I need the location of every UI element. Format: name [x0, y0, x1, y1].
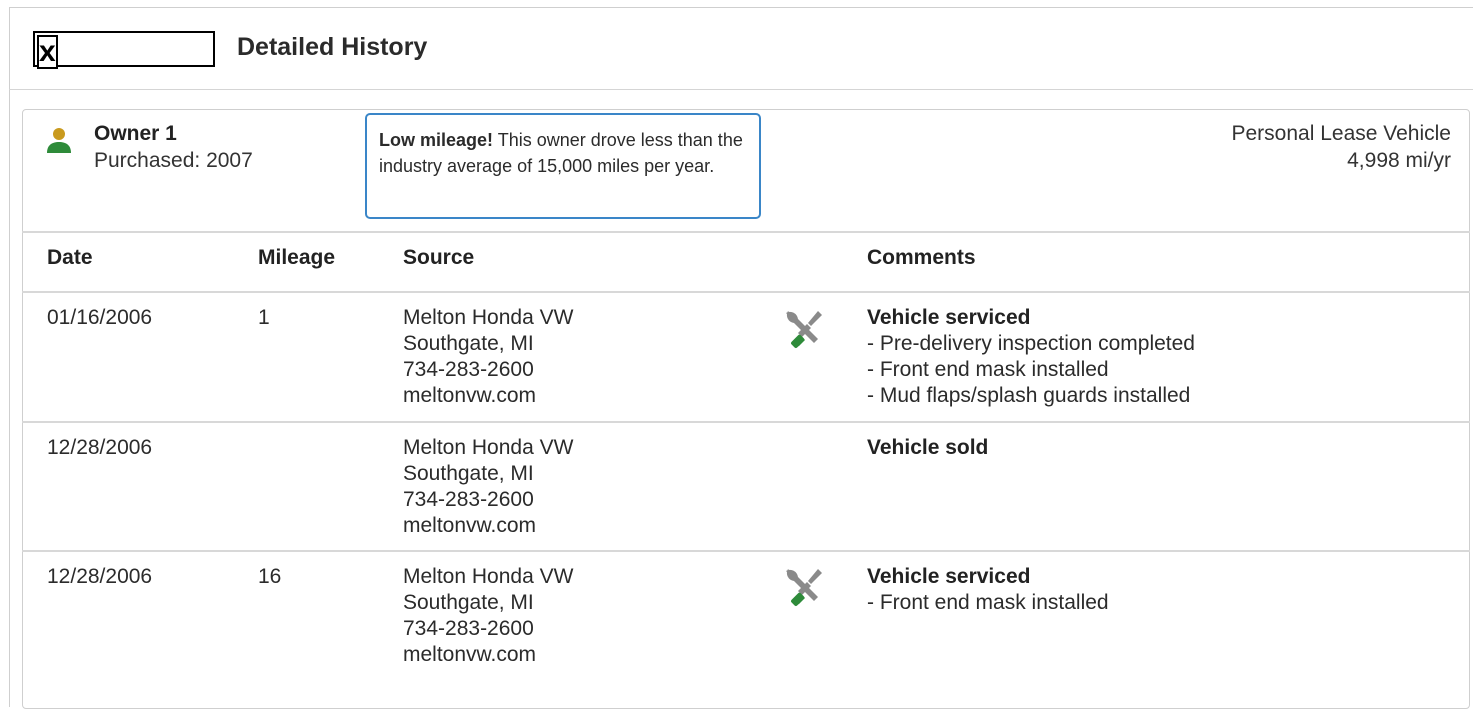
row-source: Melton Honda VW Southgate, MI 734-283-26… — [403, 564, 573, 668]
row-mileage: 1 — [258, 306, 270, 329]
row-mileage: 16 — [258, 565, 282, 588]
report-header: C A R F A x Detailed History — [9, 7, 1473, 90]
column-header-date: Date — [47, 246, 93, 269]
row-divider — [22, 550, 1470, 552]
owner-vehicle-type: Personal Lease Vehicle — [1231, 122, 1452, 145]
row-date: 01/16/2006 — [47, 306, 153, 329]
source-location: Southgate, MI — [403, 591, 534, 614]
owner-purchased: Purchased: 2007 — [94, 149, 253, 172]
row-source: Melton Honda VW Southgate, MI 734-283-26… — [403, 305, 573, 409]
comment-item: - Front end mask installed — [867, 591, 1109, 614]
comment-title: Vehicle serviced — [867, 565, 1031, 588]
source-name: Melton Honda VW — [403, 565, 574, 588]
low-mileage-callout: Low mileage! This owner drove less than … — [365, 113, 761, 219]
owner-person-icon — [47, 128, 71, 153]
source-name: Melton Honda VW — [403, 436, 574, 459]
row-divider — [22, 421, 1470, 423]
wrench-screwdriver-icon — [786, 569, 822, 606]
source-website-link[interactable]: meltonvw.com — [403, 513, 573, 539]
column-header-comments: Comments — [867, 246, 976, 269]
source-phone[interactable]: 734-283-2600 — [403, 616, 573, 642]
row-divider — [22, 291, 1470, 293]
row-date: 12/28/2006 — [47, 565, 153, 588]
row-source: Melton Honda VW Southgate, MI 734-283-26… — [403, 435, 573, 539]
logo-letter: x — [37, 35, 58, 69]
source-phone[interactable]: 734-283-2600 — [403, 487, 573, 513]
row-date: 12/28/2006 — [47, 436, 153, 459]
column-header-source: Source — [403, 246, 475, 269]
source-name: Melton Honda VW — [403, 306, 574, 329]
comment-item: - Front end mask installed — [867, 358, 1109, 381]
owner-name: Owner 1 — [94, 122, 177, 145]
row-comments: Vehicle serviced - Pre-delivery inspecti… — [867, 305, 1195, 409]
source-website-link[interactable]: meltonvw.com — [403, 383, 573, 409]
carfax-logo: C A R F A x — [33, 31, 215, 69]
source-phone[interactable]: 734-283-2600 — [403, 357, 573, 383]
source-location: Southgate, MI — [403, 332, 534, 355]
source-location: Southgate, MI — [403, 462, 534, 485]
comment-item: - Mud flaps/splash guards installed — [867, 384, 1191, 407]
column-header-mileage: Mileage — [258, 246, 336, 269]
comment-title: Vehicle serviced — [867, 306, 1031, 329]
row-comments: Vehicle serviced - Front end mask instal… — [867, 564, 1109, 616]
table-divider — [22, 231, 1470, 233]
owner-miles-per-year: 4,998 mi/yr — [1347, 149, 1451, 172]
page-title: Detailed History — [237, 33, 428, 61]
comment-title: Vehicle sold — [867, 436, 989, 459]
callout-bold: Low mileage! — [379, 130, 494, 150]
row-comments: Vehicle sold — [867, 435, 988, 461]
wrench-screwdriver-icon — [786, 311, 822, 348]
source-website-link[interactable]: meltonvw.com — [403, 642, 573, 668]
comment-item: - Pre-delivery inspection completed — [867, 332, 1195, 355]
